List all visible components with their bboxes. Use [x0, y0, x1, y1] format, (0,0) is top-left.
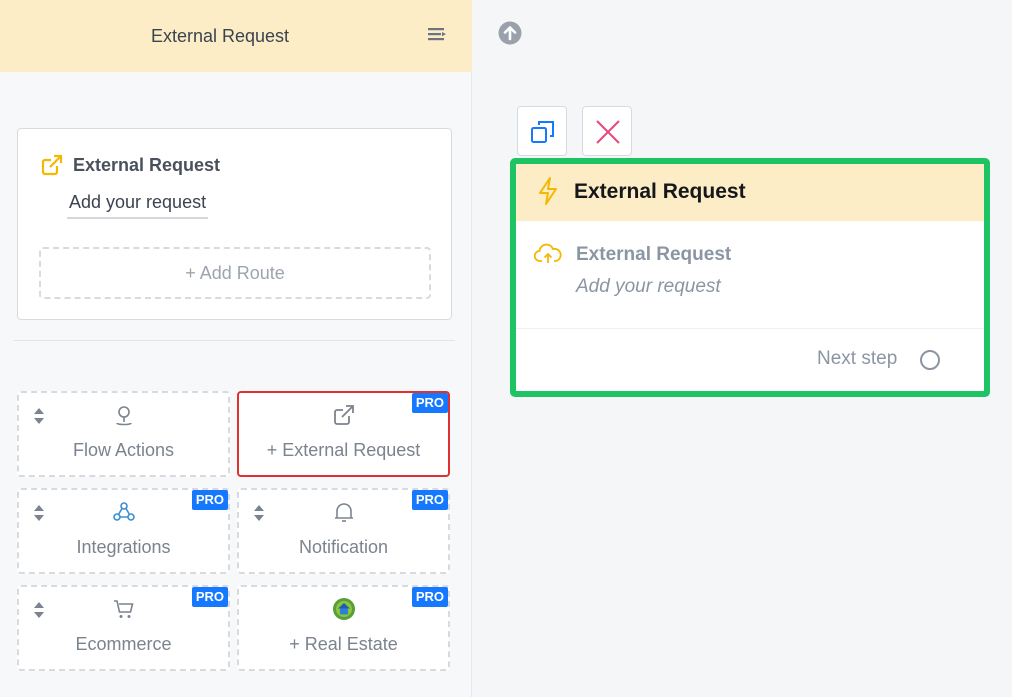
node-header: External Request [516, 164, 984, 221]
tile-real-estate[interactable]: + Real Estate PRO [237, 585, 450, 671]
tile-label: + Real Estate [289, 634, 398, 654]
close-icon [596, 120, 620, 144]
house-icon [332, 598, 355, 620]
webhook-icon [112, 502, 135, 521]
delete-button[interactable] [582, 106, 632, 156]
arrow-up-circle-icon[interactable] [498, 21, 522, 45]
tile-label: Integrations [76, 537, 171, 557]
tile-notification[interactable]: Notification PRO [237, 488, 450, 574]
flow-canvas[interactable]: External Request External Request Add yo… [473, 0, 1012, 697]
cloud-upload-icon [534, 243, 562, 263]
lightning-icon [539, 177, 557, 205]
tile-integrations[interactable]: Integrations PRO [17, 488, 230, 574]
tile-label: + External Request [266, 440, 421, 460]
map-pin-icon [115, 406, 132, 426]
request-input[interactable]: Add your request [67, 187, 209, 219]
tile-ecommerce[interactable]: Ecommerce PRO [17, 585, 230, 671]
duplicate-button[interactable] [517, 106, 567, 156]
sidebar: External Request External Request Add yo… [0, 0, 472, 697]
tile-label: Notification [298, 537, 389, 557]
sidebar-header: External Request [0, 0, 472, 72]
next-step-connector[interactable] [920, 350, 940, 370]
external-link-icon [333, 405, 354, 425]
tile-external-request[interactable]: + External Request PRO [237, 391, 450, 477]
copy-icon [531, 121, 554, 143]
add-route-button[interactable]: + Add Route [39, 247, 431, 299]
pro-badge: PRO [191, 490, 228, 510]
tile-label: Flow Actions [72, 440, 175, 460]
step-title: External Request [576, 244, 732, 265]
card-title: External Request [73, 155, 221, 175]
step-subtitle: Add your request [576, 276, 721, 297]
pro-badge: PRO [411, 587, 448, 607]
pro-badge: PRO [411, 393, 448, 413]
node-title: External Request [574, 180, 746, 203]
cart-icon [113, 600, 134, 618]
sidebar-title: External Request [150, 26, 290, 46]
flow-node-external-request[interactable]: External Request External Request Add yo… [510, 158, 990, 397]
external-link-icon [41, 154, 63, 176]
sidebar-divider [14, 340, 455, 341]
external-request-card: External Request Add your request + Add … [17, 128, 452, 320]
next-step-label: Next step [817, 348, 898, 369]
node-divider [516, 328, 984, 329]
bell-icon [334, 503, 353, 522]
tile-flow-actions[interactable]: Flow Actions [17, 391, 230, 477]
pro-badge: PRO [411, 490, 448, 510]
menu-icon[interactable] [428, 27, 446, 43]
tile-label: Ecommerce [75, 634, 172, 654]
pro-badge: PRO [191, 587, 228, 607]
